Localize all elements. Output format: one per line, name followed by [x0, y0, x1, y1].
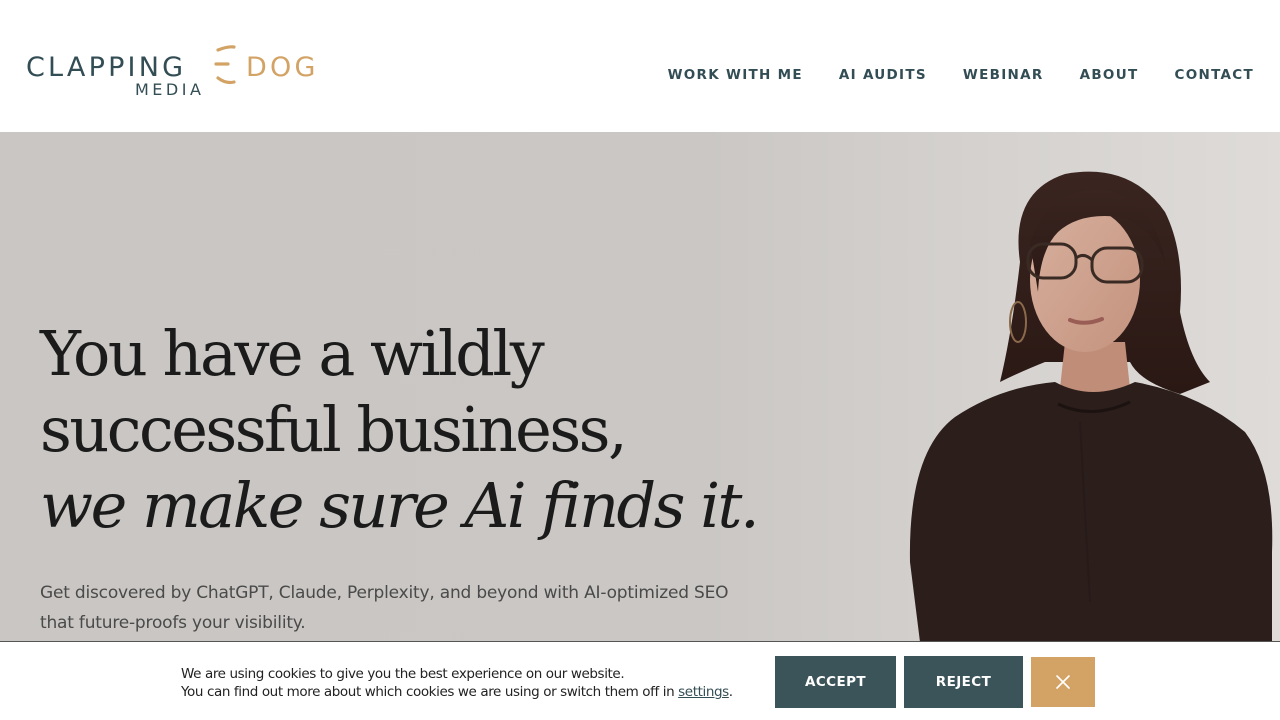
cookie-consent-bar: We are using cookies to give you the bes… [0, 641, 1280, 720]
clapping-hands-icon [214, 45, 236, 85]
site-logo[interactable]: CLAPPING DOG MEDIA [26, 44, 326, 104]
logo-text-clapping: CLAPPING [26, 52, 187, 83]
hero-subhead-line-1: Get discovered by ChatGPT, Claude, Perpl… [40, 583, 729, 603]
reject-cookies-button[interactable]: REJECT [904, 656, 1023, 708]
nav-item-ai-audits[interactable]: AI AUDITS [839, 66, 927, 84]
hero-headline: You have a wildly successful business, w… [40, 316, 800, 544]
founder-portrait-image [909, 171, 1273, 642]
cookie-settings-link[interactable]: settings [678, 684, 729, 700]
close-cookie-bar-button[interactable] [1031, 657, 1095, 707]
cookie-notice-line-2-suffix: . [728, 684, 733, 700]
site-header: CLAPPING DOG MEDIA WORK WITH ME AI AUDIT… [0, 0, 1280, 132]
cookie-notice-line-1: We are using cookies to give you the bes… [181, 666, 625, 682]
logo-text-media: MEDIA [135, 80, 205, 99]
accept-cookies-button[interactable]: ACCEPT [775, 656, 896, 708]
hero-headline-line-2: successful business, [40, 393, 628, 466]
main-nav: WORK WITH ME AI AUDITS WEBINAR ABOUT CON… [668, 66, 1254, 84]
cookie-notice-text: We are using cookies to give you the bes… [181, 665, 733, 701]
nav-item-about[interactable]: ABOUT [1080, 66, 1139, 84]
nav-item-webinar[interactable]: WEBINAR [963, 66, 1044, 84]
cookie-notice-line-2-prefix: You can find out more about which cookie… [181, 684, 679, 700]
nav-item-contact[interactable]: CONTACT [1174, 66, 1254, 84]
hero-headline-line-1: You have a wildly [40, 317, 545, 390]
close-icon [1056, 675, 1070, 689]
hero-subhead: Get discovered by ChatGPT, Claude, Perpl… [40, 578, 760, 638]
logo-text-dog: DOG [246, 52, 319, 83]
hero-section: You have a wildly successful business, w… [0, 132, 1280, 642]
hero-headline-line-3: we make sure Ai finds it. [40, 469, 760, 542]
cookie-notice-line-2: You can find out more about which cookie… [181, 683, 733, 701]
nav-item-work-with-me[interactable]: WORK WITH ME [668, 66, 803, 84]
hero-subhead-line-2: that future-proofs your visibility. [40, 613, 306, 633]
